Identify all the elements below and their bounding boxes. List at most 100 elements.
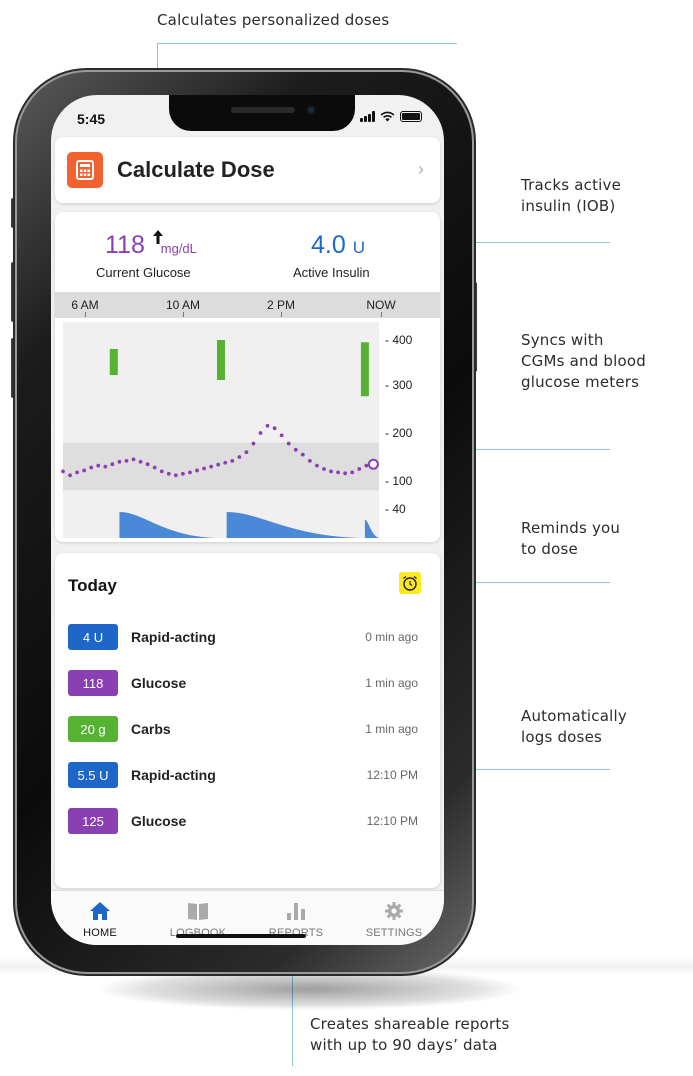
log-entry-name: Glucose	[131, 675, 187, 691]
today-title: Today	[68, 576, 117, 595]
glucose-point	[124, 458, 129, 463]
dose-bar	[217, 340, 225, 380]
time-tick-6am: 6 AM	[71, 298, 99, 312]
glucose-point	[223, 460, 228, 465]
callout-doses: Calculates personalized doses	[157, 11, 390, 29]
chart-time-axis: 6 AM 10 AM 2 PM NOW	[55, 292, 440, 318]
log-entry[interactable]: 125 Glucose 12:10 PM	[68, 808, 418, 834]
log-entry-name: Rapid-acting	[131, 629, 216, 645]
callout-cgm: Syncs with CGMs and blood glucose meters	[521, 330, 646, 393]
today-card: Today 4 U Rapid-acting 0 min ago 118 Glucose…	[55, 553, 440, 888]
glucose-point	[110, 462, 115, 467]
volume-up-button	[11, 262, 16, 322]
tab-settings[interactable]: SETTINGS	[345, 891, 443, 945]
glucose-point	[230, 458, 235, 463]
y-tick-label: - 40	[385, 502, 406, 516]
glucose-point	[96, 463, 101, 468]
callout-logs-line2: logs doses	[521, 728, 603, 746]
tab-home-label: HOME	[83, 927, 117, 939]
log-entry-name: Glucose	[131, 813, 187, 829]
log-entry[interactable]: 118 Glucose 1 min ago	[68, 670, 418, 696]
glucose-point	[329, 469, 333, 474]
glucose-point	[272, 426, 277, 431]
chevron-right-icon: ›	[418, 159, 424, 179]
glucose-point	[343, 471, 348, 476]
calculator-icon	[67, 152, 103, 188]
y-tick-label: - 400	[385, 333, 413, 347]
glucose-point	[300, 452, 305, 457]
battery-icon	[400, 111, 422, 122]
callout-iob-line2: insulin (IOB)	[521, 197, 616, 215]
power-button	[472, 282, 477, 372]
log-entry[interactable]: 20 g Carbs 1 min ago	[68, 716, 418, 742]
calculate-dose-card[interactable]: Calculate Dose ›	[55, 137, 440, 203]
glucose-point	[103, 464, 108, 469]
log-entry-time: 1 min ago	[365, 722, 418, 736]
current-glucose-label: Current Glucose	[96, 265, 191, 280]
tick-mark	[85, 312, 86, 317]
tick-mark	[381, 312, 382, 317]
glucose-point	[357, 467, 362, 471]
glucose-point	[216, 462, 221, 467]
y-tick-label: - 100	[385, 474, 413, 488]
status-icons	[360, 111, 422, 122]
glucose-point	[251, 441, 256, 446]
volume-down-button	[11, 338, 16, 398]
glucose-point	[61, 469, 65, 474]
glucose-point	[195, 468, 199, 473]
phone-frame: 5:45 Calculate Dose › 118 mg/dL Current …	[17, 72, 472, 972]
signal-icon	[360, 111, 375, 122]
glucose-point	[145, 462, 150, 467]
active-insulin-label: Active Insulin	[293, 265, 370, 280]
phone-shadow	[100, 968, 520, 1010]
time-tick-now: NOW	[366, 298, 396, 312]
callout-reports-line1: Creates shareable reports	[310, 1015, 510, 1033]
log-entry[interactable]: 4 U Rapid-acting 0 min ago	[68, 624, 418, 650]
glucose-point	[68, 473, 72, 478]
tick-mark	[183, 312, 184, 317]
glucose-chart[interactable]: - 400 - 300 - 200 - 100 - 40	[55, 318, 440, 542]
insulin-value: 4.0	[311, 231, 346, 259]
notch	[169, 95, 355, 131]
glucose-point	[364, 463, 369, 468]
glucose-point	[244, 450, 249, 455]
status-time: 5:45	[77, 111, 106, 127]
log-entry-badge: 20 g	[68, 716, 118, 742]
glucose-point	[89, 465, 94, 470]
log-entry[interactable]: 5.5 U Rapid-acting 12:10 PM	[68, 762, 418, 788]
glucose-point	[138, 459, 143, 464]
bar-chart-icon	[287, 903, 305, 920]
glucose-point	[152, 465, 157, 470]
current-glucose-point	[367, 458, 379, 470]
callout-cgm-line1: Syncs with	[521, 331, 604, 349]
glucose-point	[258, 431, 263, 435]
glucose-point	[265, 423, 270, 428]
book-icon	[188, 903, 208, 920]
y-tick-label: - 300	[385, 378, 413, 392]
log-entry-badge: 5.5 U	[68, 762, 118, 788]
time-tick-2pm: 2 PM	[266, 298, 296, 312]
phone-screen: 5:45 Calculate Dose › 118 mg/dL Current …	[51, 95, 444, 945]
log-entry-time: 12:10 PM	[366, 814, 418, 828]
glucose-point	[181, 471, 185, 476]
glucose-point	[131, 457, 136, 462]
time-tick-10am: 10 AM	[165, 298, 201, 312]
log-entry-time: 12:10 PM	[366, 768, 418, 782]
insulin-unit: U	[352, 238, 365, 257]
silent-switch	[11, 198, 16, 228]
earpiece-speaker	[231, 107, 295, 113]
glucose-point	[188, 470, 192, 475]
glucose-point	[159, 469, 164, 474]
glucose-point	[293, 447, 298, 452]
front-camera	[306, 105, 316, 115]
glucose-card[interactable]: 118 mg/dL Current Glucose 4.0 U Active I…	[55, 212, 440, 542]
glucose-point	[202, 466, 206, 471]
log-entry-name: Rapid-acting	[131, 767, 216, 783]
callout-cgm-line2: CGMs and blood	[521, 352, 646, 370]
tab-home[interactable]: HOME	[51, 891, 149, 945]
gear-icon	[385, 902, 403, 920]
current-glucose-value: 118 mg/dL	[105, 230, 197, 263]
callout-reports: Creates shareable reports with up to 90 …	[310, 1014, 510, 1056]
alarm-clock-icon[interactable]	[399, 572, 421, 594]
glucose-point	[350, 470, 355, 475]
